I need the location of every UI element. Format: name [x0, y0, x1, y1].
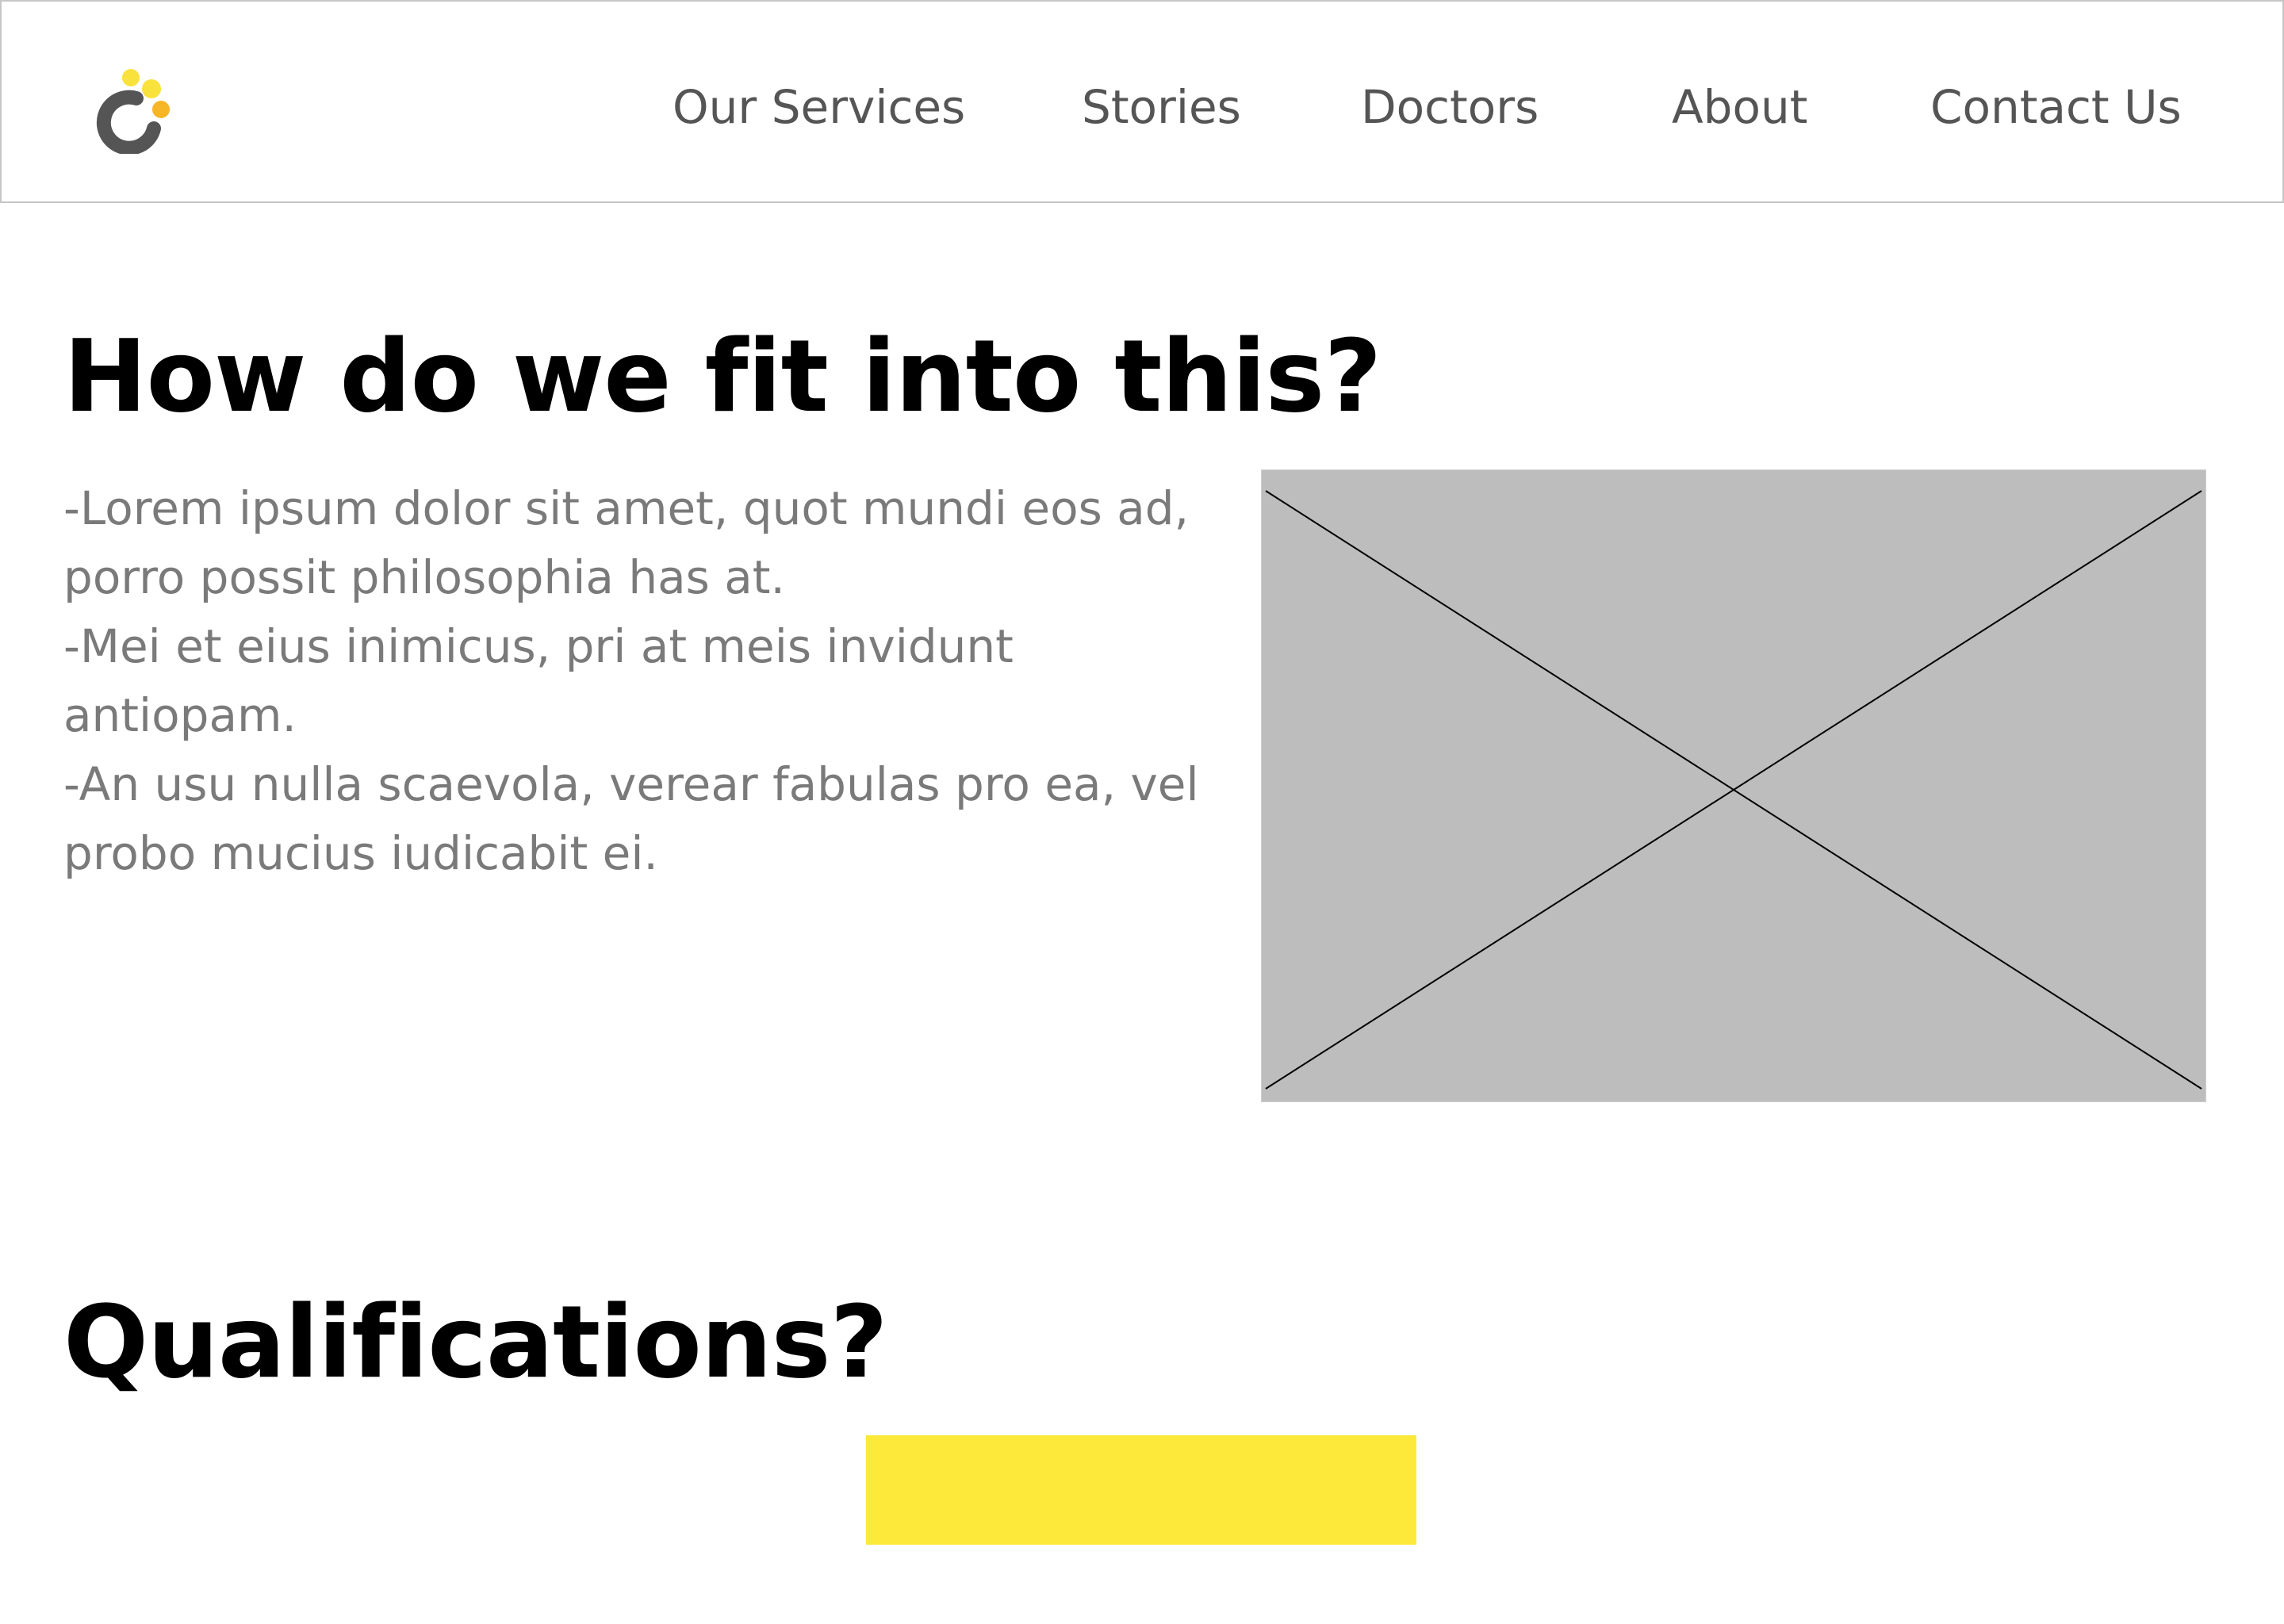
image-placeholder-icon [1265, 490, 2202, 1090]
body-text-line: -Mei et eius inimicus, pri at meis invid… [63, 619, 1014, 673]
yellow-cta-block[interactable] [866, 1435, 1416, 1545]
nav-item-contact-us[interactable]: Contact Us [1930, 79, 2182, 135]
body-text-line: porro possit philosophia has at. [63, 550, 785, 604]
body-text-line: antiopam. [63, 688, 297, 742]
section-title-qualifications: Qualifications? [63, 1284, 888, 1400]
body-text-line: probo mucius iudicabit ei. [63, 826, 658, 880]
nav-item-our-services[interactable]: Our Services [673, 79, 965, 135]
brand-logo-icon[interactable] [87, 68, 173, 155]
nav-item-about[interactable]: About [1672, 79, 1807, 135]
image-placeholder [1261, 469, 2206, 1102]
section-fit-body: -Lorem ipsum dolor sit amet, quot mundi … [63, 474, 1269, 888]
body-text-line: -Lorem ipsum dolor sit amet, quot mundi … [63, 481, 1190, 535]
body-text-line: -An usu nulla scaevola, verear fabulas p… [63, 757, 1199, 811]
top-navigation-bar: Our Services Stories Doctors About Conta… [0, 0, 2284, 203]
nav-item-doctors[interactable]: Doctors [1361, 79, 1539, 135]
nav-item-stories[interactable]: Stories [1082, 79, 1241, 135]
section-title-fit: How do we fit into this? [63, 318, 1382, 435]
